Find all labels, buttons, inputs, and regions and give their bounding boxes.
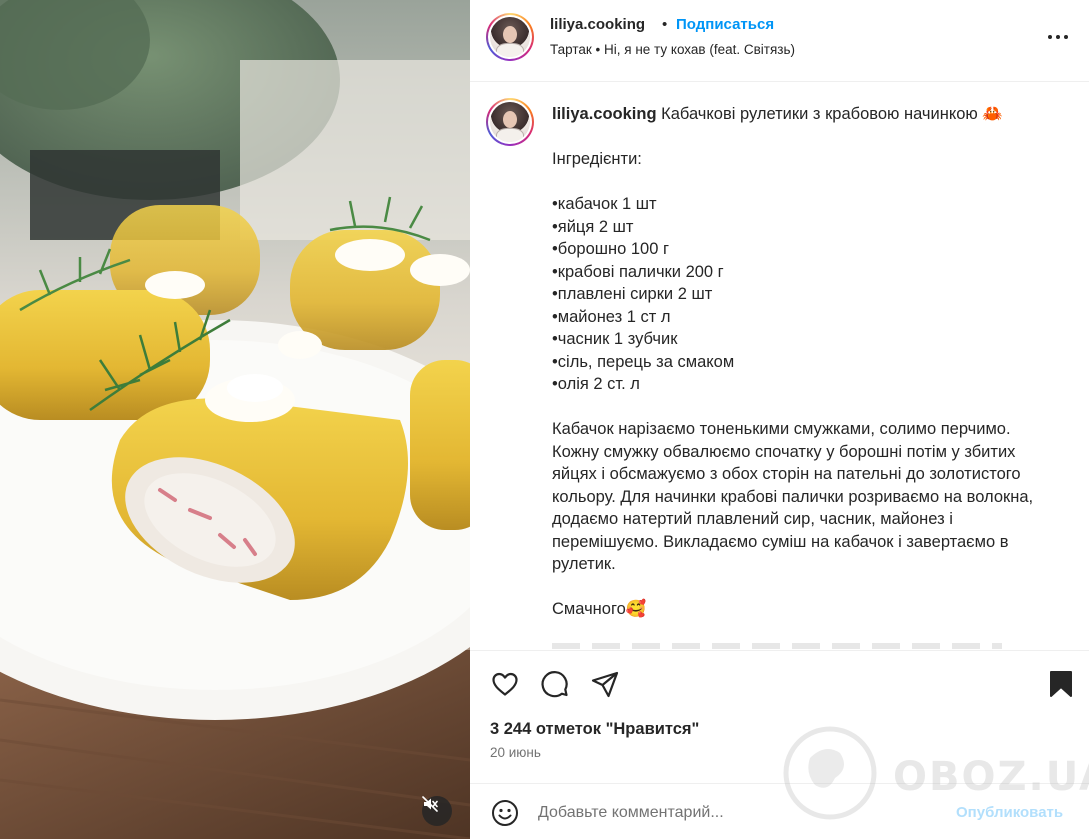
separator-dot: • <box>662 16 668 33</box>
avatar[interactable] <box>486 98 534 146</box>
closing-text: Смачного🥰 <box>552 600 647 618</box>
ingredient-item: •яйця 2 шт <box>552 217 634 236</box>
username-link[interactable]: liliya.cooking <box>550 16 645 33</box>
hidden-text-hint <box>552 643 1002 649</box>
heart-icon[interactable] <box>490 669 520 699</box>
more-dot-icon <box>1048 35 1052 39</box>
post-caption: liliya.cooking Кабачкові рулетики з краб… <box>552 103 1062 621</box>
post-media[interactable] <box>0 0 470 839</box>
likes-count[interactable]: 3 244 отметок "Нравится" <box>490 720 699 739</box>
follow-button[interactable]: Подписаться <box>676 16 774 33</box>
avatar[interactable] <box>486 13 534 61</box>
post-header: liliya.cooking • Подписаться Тартак • Ні… <box>470 0 1089 82</box>
paper-plane-icon[interactable] <box>590 669 620 699</box>
instructions-text: Кабачок нарізаємо тоненькими смужками, с… <box>552 420 1034 573</box>
ingredients-heading: Інгредієнти: <box>552 150 642 168</box>
ingredient-item: •майонез 1 ст л <box>552 307 671 326</box>
post-date[interactable]: 20 июнь <box>490 745 541 760</box>
music-link[interactable]: Тартак • Ні, я не ту кохав (feat. Світяз… <box>550 42 795 57</box>
comment-bar: Опубликовать <box>470 783 1089 839</box>
ingredient-item: •крабові палички 200 г <box>552 262 724 281</box>
smiley-icon[interactable] <box>490 798 520 828</box>
comment-icon[interactable] <box>540 669 570 699</box>
ingredient-item: •плавлені сирки 2 шт <box>552 285 713 303</box>
ingredient-item: •сіль, перець за смаком <box>552 352 735 371</box>
caption-title: Кабачкові рулетики з крабовою начинкою 🦀 <box>661 105 1003 123</box>
ingredient-item: •олія 2 ст. л <box>552 375 640 393</box>
more-dot-icon <box>1056 35 1060 39</box>
bookmark-icon[interactable] <box>1046 669 1076 699</box>
caption-username[interactable]: liliya.cooking <box>552 105 657 123</box>
ingredient-item: •борошно 100 г <box>552 240 669 258</box>
speaker-muted-icon <box>422 796 438 812</box>
more-options-button[interactable] <box>1048 30 1072 44</box>
comment-input[interactable] <box>538 798 938 828</box>
more-dot-icon <box>1064 35 1068 39</box>
ingredient-item: •часник 1 зубчик <box>552 330 678 348</box>
food-photo <box>0 0 470 839</box>
caption-area[interactable]: liliya.cooking Кабачкові рулетики з краб… <box>470 83 1089 650</box>
ingredient-item: •кабачок 1 шт <box>552 195 657 213</box>
publish-button[interactable]: Опубликовать <box>956 804 1063 821</box>
action-bar <box>470 650 1089 714</box>
mute-button[interactable] <box>422 796 452 826</box>
post-panel: liliya.cooking • Подписаться Тартак • Ні… <box>470 0 1089 839</box>
